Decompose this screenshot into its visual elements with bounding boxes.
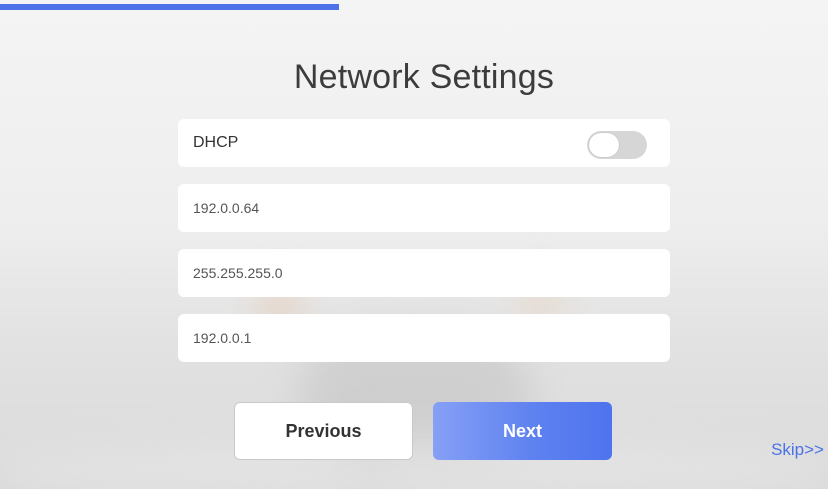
subnet-mask-field[interactable] <box>193 265 656 281</box>
previous-button[interactable]: Previous <box>234 402 413 460</box>
dhcp-toggle[interactable] <box>587 131 647 159</box>
dhcp-row: DHCP <box>178 119 670 167</box>
progress-bar <box>0 0 828 10</box>
page-title: Network Settings <box>293 58 555 96</box>
progress-fill <box>0 4 340 10</box>
gateway-row <box>178 314 670 362</box>
subnet-mask-row <box>178 249 670 297</box>
next-button[interactable]: Next <box>433 402 612 460</box>
ip-address-field[interactable] <box>193 200 656 216</box>
background-floor <box>0 440 828 489</box>
gateway-field[interactable] <box>193 330 656 346</box>
ip-address-row <box>178 184 670 232</box>
toggle-knob <box>589 133 619 157</box>
skip-link[interactable]: Skip>> <box>771 440 824 460</box>
dhcp-label: DHCP <box>193 134 239 151</box>
